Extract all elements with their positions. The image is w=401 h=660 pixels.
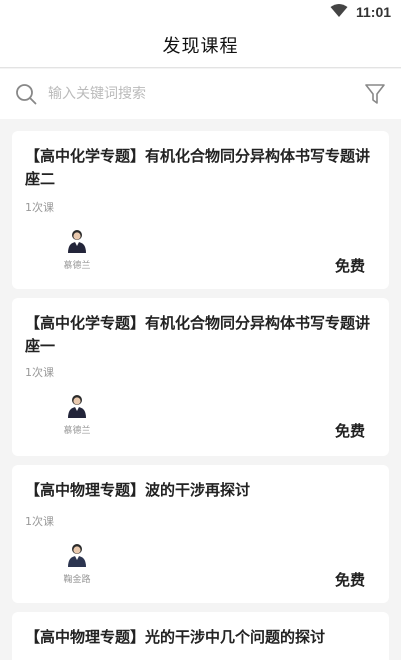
teacher-avatar [68,544,86,567]
course-card[interactable]: 【高中物理专题】光的干涉中几个问题的探讨 [12,612,389,660]
price-label: 免费 [334,422,365,440]
price-label: 免费 [334,257,365,275]
teacher-name: 慕德兰 [63,426,91,436]
page-title: 发现课程 [162,36,239,57]
course-title: 【高中化学专题】有机化合物同分异构体书写专题讲座二 [25,147,371,188]
teacher: 慕德兰 [56,394,98,436]
teacher-avatar [68,395,86,418]
search-input[interactable] [48,83,338,105]
course-card[interactable]: 【高中物理专题】波的干涉再探讨 1次课 鞠金路 免费 [12,465,389,603]
price-label: 免费 [334,571,365,589]
status-time: 11:01 [356,4,392,20]
wifi-icon [330,4,348,17]
teacher: 慕德兰 [56,229,98,271]
course-card[interactable]: 【高中化学专题】有机化合物同分异构体书写专题讲座一 1次课 慕德兰 免费 [12,298,389,456]
status-bar: 11:01 [0,0,401,24]
search-icon[interactable] [15,83,37,105]
lesson-count: 1次课 [25,201,54,214]
teacher-name: 慕德兰 [63,261,91,271]
course-title: 【高中物理专题】光的干涉中几个问题的探讨 [25,628,326,646]
lesson-count: 1次课 [25,515,54,528]
course-card[interactable]: 【高中化学专题】有机化合物同分异构体书写专题讲座二 1次课 慕德兰 免费 [12,131,389,289]
teacher: 鞠金路 [56,543,98,585]
course-title: 【高中化学专题】有机化合物同分异构体书写专题讲座一 [25,314,371,355]
course-title: 【高中物理专题】波的干涉再探讨 [25,481,251,499]
lesson-count: 1次课 [25,366,54,379]
course-list: 【高中化学专题】有机化合物同分异构体书写专题讲座二 1次课 慕德兰 免费 【高中… [12,131,389,660]
search-bar [0,69,401,119]
teacher-avatar [68,230,86,253]
filter-icon[interactable] [364,82,386,106]
title-bar: 发现课程 [0,24,401,68]
teacher-name: 鞠金路 [63,575,91,585]
